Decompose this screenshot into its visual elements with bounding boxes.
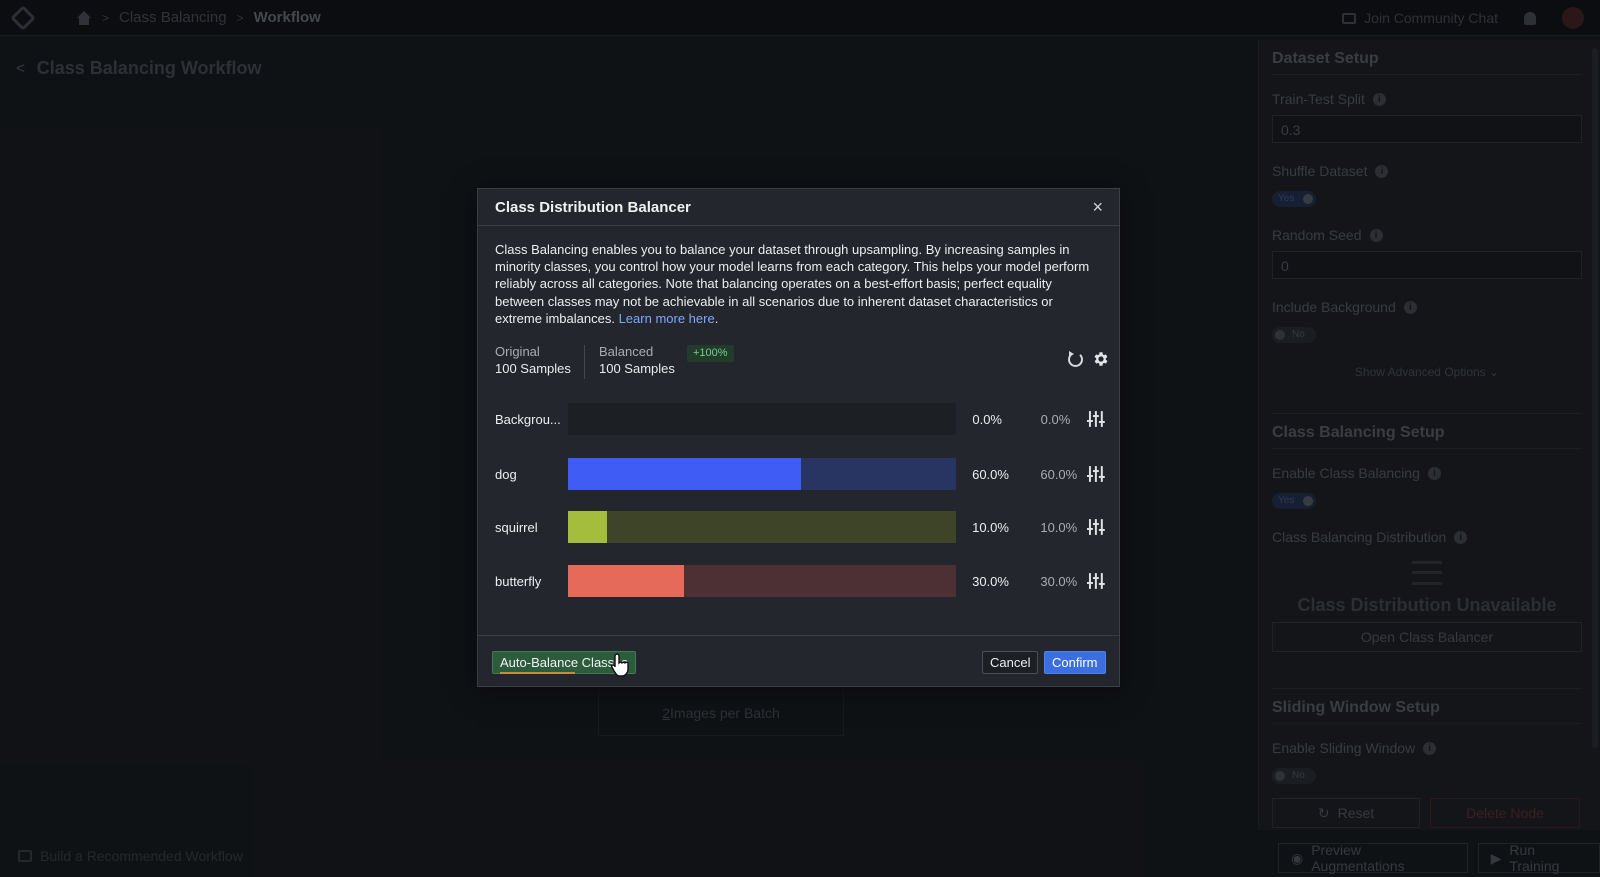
learn-more-link[interactable]: Learn more here [619,311,715,326]
balanced-percentage: 10.0% [1040,519,1078,535]
distribution-bar[interactable] [568,403,957,435]
distribution-bar-fill [568,511,607,543]
original-percentage: 30.0% [972,573,1009,589]
dialog-description: Class Balancing enables you to balance y… [495,241,1095,327]
class-distribution-balancer-dialog: Class Distribution Balancer × Class Bala… [477,188,1120,687]
reset-distribution-icon[interactable] [1068,351,1083,367]
description-text: Class Balancing enables you to balance y… [495,242,1090,326]
sliders-icon[interactable] [1087,465,1105,483]
sliders-icon[interactable] [1087,410,1105,428]
distribution-bar-fill [568,565,685,597]
class-row-butterfly: butterfly 30.0% 30.0% [495,565,1105,597]
distribution-bar[interactable] [568,511,957,543]
distribution-bar[interactable] [568,565,957,597]
distribution-bar-fill [568,458,801,490]
balanced-label: Balanced [599,344,654,359]
close-icon[interactable]: × [1092,198,1103,216]
class-row-dog: dog 60.0% 60.0% [495,458,1105,490]
cancel-button[interactable]: Cancel [982,651,1039,674]
original-percentage: 10.0% [972,519,1009,535]
learn-more-suffix: . [714,310,719,326]
sliders-icon[interactable] [1087,572,1105,590]
dialog-title: Class Distribution Balancer [495,198,691,216]
original-percentage: 0.0% [972,411,1002,427]
original-stat: Original 100 Samples [495,343,571,377]
balanced-value: 100 Samples [599,361,675,376]
balanced-percentage: 30.0% [1040,573,1078,589]
dialog-header: Class Distribution Balancer × [478,189,1119,226]
stat-divider [584,345,585,379]
class-row-squirrel: squirrel 10.0% 10.0% [495,511,1105,543]
distribution-bar[interactable] [568,458,957,490]
class-name: Backgrou... [495,411,561,427]
class-name: squirrel [495,519,538,535]
sample-summary: Original 100 Samples Balanced 100 Sample… [495,343,1108,379]
balanced-percentage: 60.0% [1040,466,1078,482]
class-name: butterfly [495,573,542,589]
sliders-icon[interactable] [1087,518,1105,536]
dialog-footer: Auto-Balance Classes Cancel Confirm [478,635,1119,687]
class-name: dog [495,466,517,482]
balanced-stat: Balanced 100 Samples [599,343,675,377]
original-value: 100 Samples [495,361,571,376]
confirm-button[interactable]: Confirm [1044,651,1106,674]
gear-icon[interactable] [1092,350,1110,368]
class-row-background: Backgrou... 0.0% 0.0% [495,403,1105,435]
hand-cursor-icon [610,653,629,677]
change-badge: +100% [687,345,734,362]
balanced-percentage: 0.0% [1040,411,1071,427]
original-percentage: 60.0% [972,466,1009,482]
original-label: Original [495,344,540,359]
